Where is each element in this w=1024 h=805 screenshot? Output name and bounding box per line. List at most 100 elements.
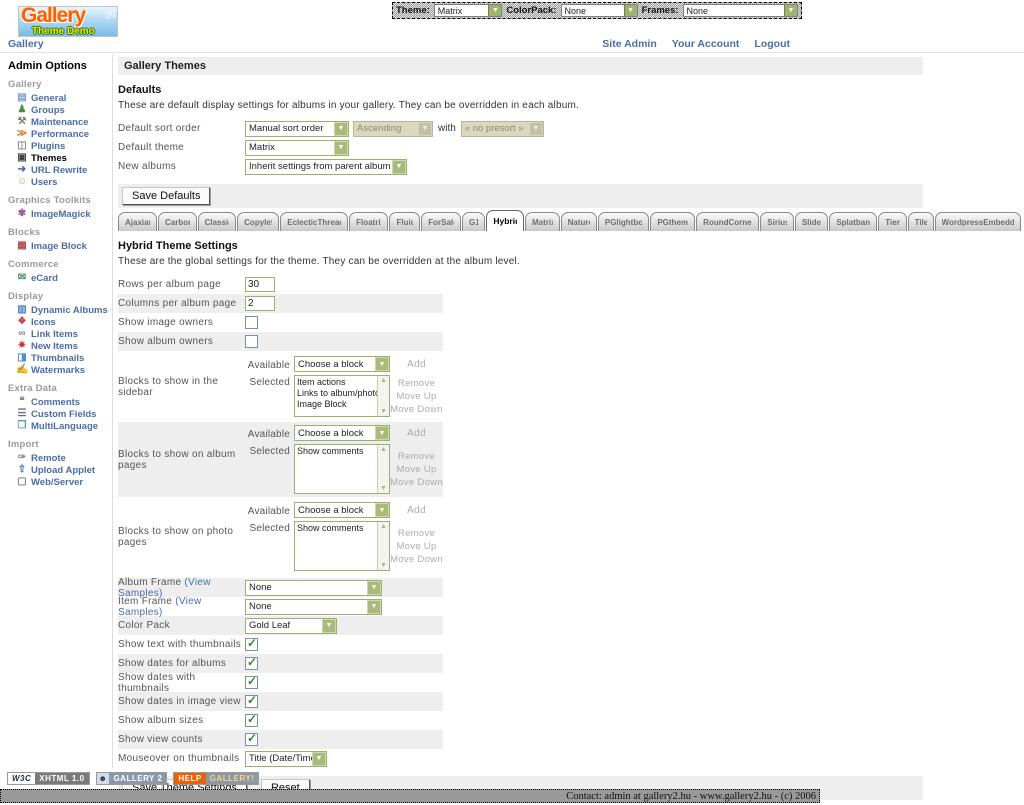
chevron-down-icon[interactable]: ▼ (392, 160, 406, 174)
theme-tab[interactable]: Fluid (389, 212, 420, 231)
theme-tab[interactable]: PGlightbox (598, 212, 649, 231)
theme-tab[interactable]: Nature (561, 212, 597, 231)
move-up-action[interactable]: Move Up (390, 463, 443, 476)
available-block-select[interactable]: Choose a block ▼ (294, 425, 390, 441)
theme-tab[interactable]: Splatbang (829, 212, 877, 231)
chevron-down-icon[interactable]: ▼ (488, 5, 501, 16)
frames-select[interactable]: None ▼ (683, 4, 798, 17)
sidebar-item[interactable]: ✾ ImageMagick (8, 208, 112, 220)
sidebar-item[interactable]: ✉ eCard (8, 272, 112, 284)
available-block-select[interactable]: Choose a block ▼ (294, 502, 390, 518)
scroll-down-icon[interactable]: ▼ (380, 408, 387, 415)
theme-tab[interactable]: PGtheme (650, 212, 695, 231)
list-option[interactable]: Show comments (297, 446, 377, 457)
theme-tab[interactable]: ForSale (421, 212, 461, 231)
chevron-down-icon[interactable]: ▼ (624, 5, 637, 16)
save-defaults-button[interactable]: Save Defaults (122, 187, 210, 205)
add-action[interactable]: Add (390, 359, 443, 370)
theme-tab[interactable]: WordpressEmbedded (935, 212, 1021, 231)
sidebar-item[interactable]: ▥ Dynamic Albums (8, 304, 112, 316)
chevron-down-icon[interactable]: ▼ (784, 5, 797, 16)
cols-per-page-input[interactable] (245, 296, 275, 311)
sidebar-item[interactable]: ✍ Watermarks (8, 364, 112, 376)
scroll-down-icon[interactable]: ▼ (380, 562, 387, 569)
chevron-down-icon[interactable]: ▼ (375, 426, 389, 440)
show-image-owners-checkbox[interactable] (245, 316, 258, 329)
theme-tab[interactable]: Sirius (760, 212, 794, 231)
sidebar-item[interactable]: ◫ Plugins (8, 140, 112, 152)
selected-blocks-list[interactable]: Show comments ▲ ▼ (294, 521, 390, 571)
scroll-up-icon[interactable]: ▲ (380, 523, 387, 530)
chevron-down-icon[interactable]: ▼ (322, 619, 336, 633)
listbox-scrollbar[interactable]: ▲ ▼ (377, 522, 389, 570)
chevron-down-icon[interactable]: ▼ (312, 752, 326, 766)
sidebar-item[interactable]: ❒ MultiLanguage (8, 420, 112, 432)
theme-tab[interactable]: Hybrid (486, 210, 524, 231)
chevron-down-icon[interactable]: ▼ (334, 141, 348, 155)
scroll-up-icon[interactable]: ▲ (380, 377, 387, 384)
listbox-scrollbar[interactable]: ▲ ▼ (377, 376, 389, 416)
list-option[interactable]: Show comments (297, 523, 377, 534)
theme-tab[interactable]: Slider (795, 212, 829, 231)
sidebar-item[interactable]: ☺ Users (8, 176, 112, 188)
theme-tab[interactable]: Carbon (158, 212, 197, 231)
show-dates-thumbnails-checkbox[interactable] (245, 676, 258, 689)
sidebar-item[interactable]: ❝ Comments (8, 396, 112, 408)
default-theme-select[interactable]: Matrix ▼ (245, 140, 349, 156)
rows-per-page-input[interactable] (245, 277, 275, 292)
album-frame-select[interactable]: None ▼ (245, 580, 382, 596)
sidebar-item[interactable]: ≫ Performance (8, 128, 112, 140)
sidebar-item[interactable]: ∞ Link Items (8, 328, 112, 340)
theme-select[interactable]: Matrix ▼ (434, 4, 503, 17)
mouseover-select[interactable]: Title (Date/Time) ▼ (245, 751, 327, 767)
chevron-down-icon[interactable]: ▼ (375, 357, 389, 371)
color-pack-select[interactable]: Gold Leaf ▼ (245, 618, 337, 634)
selected-blocks-list[interactable]: Show comments ▲ ▼ (294, 444, 390, 494)
chevron-down-icon[interactable]: ▼ (375, 503, 389, 517)
sidebar-item[interactable]: ◨ Thumbnails (8, 352, 112, 364)
colorpack-select[interactable]: None ▼ (561, 4, 638, 17)
listbox-scrollbar[interactable]: ▲ ▼ (377, 445, 389, 493)
theme-tab[interactable]: RoundCorners (696, 212, 759, 231)
move-down-action[interactable]: Move Down (390, 553, 443, 566)
theme-tab[interactable]: Tien (878, 212, 906, 231)
show-view-counts-checkbox[interactable] (245, 733, 258, 746)
move-up-action[interactable]: Move Up (390, 540, 443, 553)
show-text-thumbnails-checkbox[interactable] (245, 638, 258, 651)
sidebar-item[interactable]: ⚒ Maintenance (8, 116, 112, 128)
remove-action[interactable]: Remove (390, 377, 443, 390)
theme-tab[interactable]: Classic (198, 212, 237, 231)
theme-tab[interactable]: G1 (462, 212, 485, 231)
sidebar-item[interactable]: ❖ Icons (8, 316, 112, 328)
nav-link[interactable]: Site Admin (602, 38, 656, 50)
sidebar-item[interactable]: ▣ Themes (8, 152, 112, 164)
sidebar-item[interactable]: ♟ Groups (8, 104, 112, 116)
sidebar-item[interactable]: ⇧ Upload Applet (8, 464, 112, 476)
theme-tab[interactable]: EclecticThreads (280, 212, 348, 231)
breadcrumb[interactable]: Gallery (8, 38, 44, 50)
scroll-down-icon[interactable]: ▼ (380, 485, 387, 492)
list-option[interactable]: Item actions (297, 377, 377, 388)
list-option[interactable]: Image Block (297, 399, 377, 410)
nav-link[interactable]: Logout (754, 38, 790, 50)
gallery-logo[interactable]: Gallery ✉ Theme Demo (18, 6, 118, 37)
gallery2-badge[interactable]: ☻ GALLERY 2 (96, 772, 168, 785)
remove-action[interactable]: Remove (390, 450, 443, 463)
theme-tab[interactable]: Matrix (525, 212, 560, 231)
sidebar-item[interactable]: ▤ General (8, 92, 112, 104)
item-frame-select[interactable]: None ▼ (245, 599, 382, 615)
show-dates-image-view-checkbox[interactable] (245, 695, 258, 708)
theme-tab[interactable]: Tile (908, 212, 934, 231)
selected-blocks-list[interactable]: Item actionsLinks to album/photo peersIm… (294, 375, 390, 417)
nav-link[interactable]: Your Account (672, 38, 740, 50)
move-down-action[interactable]: Move Down (390, 476, 443, 489)
show-album-sizes-checkbox[interactable] (245, 714, 258, 727)
theme-tab[interactable]: Floatrix (349, 212, 388, 231)
show-dates-albums-checkbox[interactable] (245, 657, 258, 670)
sidebar-item[interactable]: ✑ Remote (8, 452, 112, 464)
theme-tab[interactable]: Ajaxian (118, 212, 157, 231)
list-option[interactable]: Links to album/photo peers (297, 388, 377, 399)
theme-tab[interactable]: Copyleft (237, 212, 279, 231)
chevron-down-icon[interactable]: ▼ (367, 600, 381, 614)
chevron-down-icon[interactable]: ▼ (367, 581, 381, 595)
